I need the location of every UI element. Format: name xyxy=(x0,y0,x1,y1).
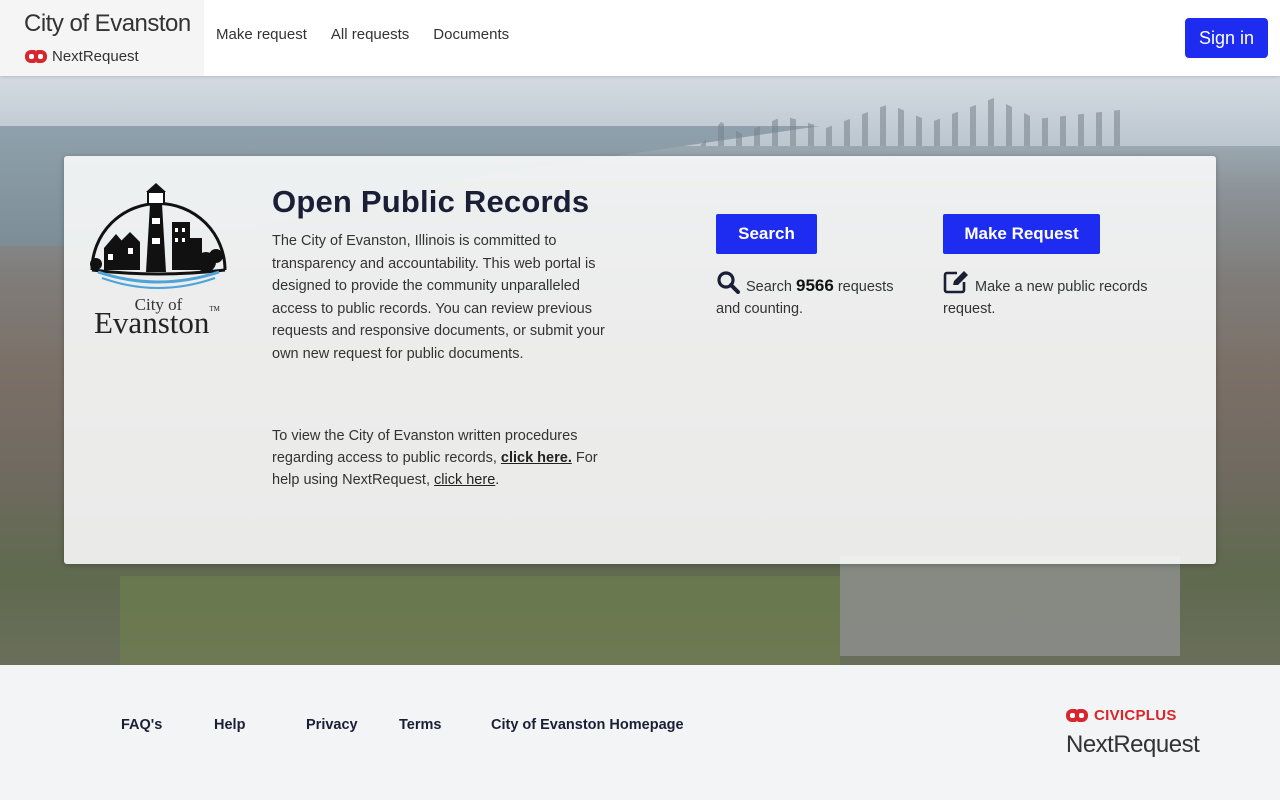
procedures-link[interactable]: click here. xyxy=(501,450,572,466)
civicplus-brand: CIVICPLUS xyxy=(1094,707,1177,724)
nav-all-requests[interactable]: All requests xyxy=(331,26,409,43)
edit-icon xyxy=(943,271,968,294)
request-description: Make a new public records request. xyxy=(943,270,1173,320)
request-count: 9566 xyxy=(795,276,834,295)
civicplus-mark-icon xyxy=(1066,709,1088,722)
footer-link-help[interactable]: Help xyxy=(214,717,245,733)
footer-link-faqs[interactable]: FAQ's xyxy=(121,717,162,733)
footer: FAQ's Help Privacy Terms City of Evansto… xyxy=(0,665,1280,800)
brand-subtitle: NextRequest xyxy=(52,48,139,65)
top-navbar: City of Evanston NextRequest Make reques… xyxy=(0,0,1280,76)
brand-title[interactable]: City of Evanston xyxy=(24,10,191,38)
city-logo: City of EvanstonTM xyxy=(86,182,231,340)
make-request-button[interactable]: Make Request xyxy=(943,214,1100,254)
intro-paragraph: The City of Evanston, Illinois is commit… xyxy=(272,233,605,362)
logo-evanston: EvanstonTM xyxy=(94,305,220,340)
civicplus-product: NextRequest xyxy=(1066,731,1200,758)
lighthouse-seal-icon xyxy=(90,183,227,289)
footer-link-city-homepage[interactable]: City of Evanston Homepage xyxy=(491,717,684,733)
search-button[interactable]: Search xyxy=(716,214,817,254)
search-description: Search 9566 requests and counting. xyxy=(716,270,916,320)
hero-card: City of EvanstonTM Open Public Records T… xyxy=(64,156,1216,564)
nav-documents[interactable]: Documents xyxy=(433,26,509,43)
search-icon xyxy=(717,271,740,294)
sign-in-button[interactable]: Sign in xyxy=(1185,18,1268,58)
civicplus-logo: CIVICPLUS xyxy=(1066,707,1177,724)
civicplus-mark-icon xyxy=(25,50,47,63)
help-link[interactable]: click here xyxy=(434,472,495,488)
brand-block[interactable]: City of Evanston NextRequest xyxy=(0,0,204,76)
main-nav: Make request All requests Documents xyxy=(216,26,509,43)
footer-link-privacy[interactable]: Privacy xyxy=(306,717,358,733)
nav-make-request[interactable]: Make request xyxy=(216,26,307,43)
procedures-paragraph: To view the City of Evanston written pro… xyxy=(272,428,598,488)
nextrequest-logo: NextRequest xyxy=(25,48,139,65)
page-title: Open Public Records xyxy=(272,184,590,219)
footer-link-terms[interactable]: Terms xyxy=(399,717,441,733)
